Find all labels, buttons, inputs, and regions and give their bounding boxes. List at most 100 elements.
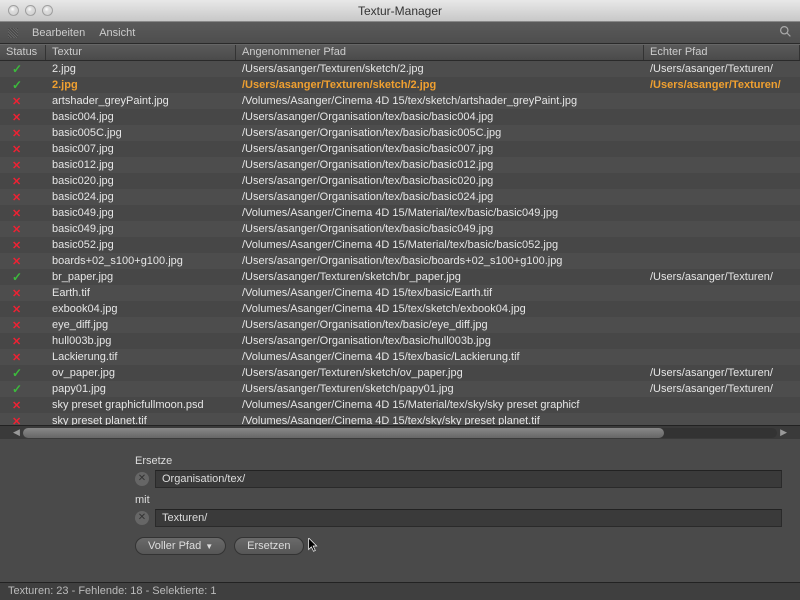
column-assumed-path[interactable]: Angenommener Pfad — [236, 45, 644, 60]
table-row[interactable]: ✓ov_paper.jpg/Users/asanger/Texturen/ske… — [0, 365, 800, 381]
table-row[interactable]: ✕sky preset graphicfullmoon.psd/Volumes/… — [0, 397, 800, 413]
scroll-left-icon[interactable]: ◀ — [10, 427, 23, 438]
cell-texture: ov_paper.jpg — [46, 367, 236, 379]
cell-texture: sky preset graphicfullmoon.psd — [46, 399, 236, 411]
cell-texture: basic049.jpg — [46, 223, 236, 235]
table-row[interactable]: ✓papy01.jpg/Users/asanger/Texturen/sketc… — [0, 381, 800, 397]
mode-dropdown[interactable]: Voller Pfad ▼ — [135, 537, 226, 555]
cell-assumed-path: /Volumes/Asanger/Cinema 4D 15/Material/t… — [236, 207, 644, 219]
menu-view[interactable]: Ansicht — [99, 27, 135, 39]
cell-assumed-path: /Users/asanger/Texturen/sketch/2.jpg — [236, 79, 644, 91]
cell-assumed-path: /Users/asanger/Texturen/sketch/papy01.jp… — [236, 383, 644, 395]
cell-texture: basic004.jpg — [46, 111, 236, 123]
cross-icon: ✕ — [0, 223, 46, 236]
cell-assumed-path: /Users/asanger/Organisation/tex/basic/ba… — [236, 223, 644, 235]
statusbar: Texturen: 23 - Fehlende: 18 - Selektiert… — [0, 582, 800, 600]
table-row[interactable]: ✕basic052.jpg/Volumes/Asanger/Cinema 4D … — [0, 237, 800, 253]
cell-texture: basic012.jpg — [46, 159, 236, 171]
check-icon: ✓ — [0, 382, 46, 396]
table-row[interactable]: ✕exbook04.jpg/Volumes/Asanger/Cinema 4D … — [0, 301, 800, 317]
table-header: Status Textur Angenommener Pfad Echter P… — [0, 44, 800, 61]
cell-assumed-path: /Volumes/Asanger/Cinema 4D 15/Material/t… — [236, 399, 644, 411]
cell-assumed-path: /Volumes/Asanger/Cinema 4D 15/Material/t… — [236, 239, 644, 251]
cell-assumed-path: /Users/asanger/Organisation/tex/basic/ba… — [236, 127, 644, 139]
scrollbar-track[interactable] — [23, 428, 777, 438]
cell-assumed-path: /Volumes/Asanger/Cinema 4D 15/tex/basic/… — [236, 351, 644, 363]
cross-icon: ✕ — [0, 335, 46, 348]
table-row[interactable]: ✕basic007.jpg/Users/asanger/Organisation… — [0, 141, 800, 157]
table-row[interactable]: ✕boards+02_s100+g100.jpg/Users/asanger/O… — [0, 253, 800, 269]
cell-assumed-path: /Users/asanger/Organisation/tex/basic/hu… — [236, 335, 644, 347]
table-row[interactable]: ✕basic049.jpg/Volumes/Asanger/Cinema 4D … — [0, 205, 800, 221]
cross-icon: ✕ — [0, 303, 46, 316]
cell-assumed-path: /Users/asanger/Organisation/tex/basic/ba… — [236, 159, 644, 171]
search-icon[interactable] — [779, 25, 792, 41]
cell-assumed-path: /Users/asanger/Organisation/tex/basic/ba… — [236, 111, 644, 123]
cross-icon: ✕ — [0, 351, 46, 364]
cell-texture: basic049.jpg — [46, 207, 236, 219]
cell-real-path: /Users/asanger/Texturen/ — [644, 367, 800, 379]
cell-texture: Lackierung.tif — [46, 351, 236, 363]
cell-real-path: /Users/asanger/Texturen/ — [644, 79, 800, 91]
cell-assumed-path: /Users/asanger/Organisation/tex/basic/ba… — [236, 143, 644, 155]
cell-assumed-path: /Users/asanger/Organisation/tex/basic/ba… — [236, 175, 644, 187]
cross-icon: ✕ — [0, 207, 46, 220]
cross-icon: ✕ — [0, 399, 46, 412]
table-row[interactable]: ✕eye_diff.jpg/Users/asanger/Organisation… — [0, 317, 800, 333]
table-row[interactable]: ✕artshader_greyPaint.jpg/Volumes/Asanger… — [0, 93, 800, 109]
cell-texture: boards+02_s100+g100.jpg — [46, 255, 236, 267]
cell-texture: br_paper.jpg — [46, 271, 236, 283]
clear-search-icon[interactable]: ✕ — [135, 472, 149, 486]
cell-texture: artshader_greyPaint.jpg — [46, 95, 236, 107]
table-row[interactable]: ✕basic020.jpg/Users/asanger/Organisation… — [0, 173, 800, 189]
cell-real-path: /Users/asanger/Texturen/ — [644, 271, 800, 283]
replace-label: Ersetze — [135, 455, 782, 467]
table-row[interactable]: ✕basic024.jpg/Users/asanger/Organisation… — [0, 189, 800, 205]
cross-icon: ✕ — [0, 287, 46, 300]
scrollbar-thumb[interactable] — [23, 428, 664, 438]
cell-texture: 2.jpg — [46, 79, 236, 91]
cell-assumed-path: /Users/asanger/Organisation/tex/basic/ey… — [236, 319, 644, 331]
search-input[interactable] — [155, 470, 782, 488]
cell-texture: hull003b.jpg — [46, 335, 236, 347]
menu-edit[interactable]: Bearbeiten — [32, 27, 85, 39]
table-row[interactable]: ✕basic012.jpg/Users/asanger/Organisation… — [0, 157, 800, 173]
clear-replace-icon[interactable]: ✕ — [135, 511, 149, 525]
table-row[interactable]: ✕basic049.jpg/Users/asanger/Organisation… — [0, 221, 800, 237]
table-body[interactable]: ✓2.jpg/Users/asanger/Texturen/sketch/2.j… — [0, 61, 800, 425]
column-texture[interactable]: Textur — [46, 45, 236, 60]
column-real-path[interactable]: Echter Pfad — [644, 45, 800, 60]
check-icon: ✓ — [0, 62, 46, 76]
table-row[interactable]: ✕hull003b.jpg/Users/asanger/Organisation… — [0, 333, 800, 349]
table-row[interactable]: ✓2.jpg/Users/asanger/Texturen/sketch/2.j… — [0, 77, 800, 93]
cell-texture: basic052.jpg — [46, 239, 236, 251]
replace-input[interactable] — [155, 509, 782, 527]
cell-texture: Earth.tif — [46, 287, 236, 299]
table-row[interactable]: ✓2.jpg/Users/asanger/Texturen/sketch/2.j… — [0, 61, 800, 77]
chevron-down-icon: ▼ — [205, 542, 213, 551]
cross-icon: ✕ — [0, 95, 46, 108]
check-icon: ✓ — [0, 366, 46, 380]
column-status[interactable]: Status — [0, 45, 46, 60]
cell-real-path: /Users/asanger/Texturen/ — [644, 383, 800, 395]
cell-texture: basic007.jpg — [46, 143, 236, 155]
cell-texture: sky preset planet.tif — [46, 415, 236, 425]
cross-icon: ✕ — [0, 175, 46, 188]
cell-assumed-path: /Users/asanger/Texturen/sketch/2.jpg — [236, 63, 644, 75]
replace-button[interactable]: Ersetzen — [234, 537, 303, 555]
table-row[interactable]: ✕basic004.jpg/Users/asanger/Organisation… — [0, 109, 800, 125]
cross-icon: ✕ — [0, 159, 46, 172]
scroll-right-icon[interactable]: ▶ — [777, 427, 790, 438]
cell-assumed-path: /Users/asanger/Texturen/sketch/br_paper.… — [236, 271, 644, 283]
cell-assumed-path: /Users/asanger/Texturen/sketch/ov_paper.… — [236, 367, 644, 379]
cell-assumed-path: /Users/asanger/Organisation/tex/basic/ba… — [236, 191, 644, 203]
menubar: Bearbeiten Ansicht — [0, 22, 800, 44]
table-row[interactable]: ✕basic005C.jpg/Users/asanger/Organisatio… — [0, 125, 800, 141]
horizontal-scrollbar[interactable]: ◀ ▶ — [0, 425, 800, 439]
table-row[interactable]: ✓br_paper.jpg/Users/asanger/Texturen/ske… — [0, 269, 800, 285]
cell-assumed-path: /Users/asanger/Organisation/tex/basic/bo… — [236, 255, 644, 267]
table-row[interactable]: ✕sky preset planet.tif/Volumes/Asanger/C… — [0, 413, 800, 425]
table-row[interactable]: ✕Lackierung.tif/Volumes/Asanger/Cinema 4… — [0, 349, 800, 365]
table-row[interactable]: ✕Earth.tif/Volumes/Asanger/Cinema 4D 15/… — [0, 285, 800, 301]
cursor-icon — [308, 538, 320, 554]
